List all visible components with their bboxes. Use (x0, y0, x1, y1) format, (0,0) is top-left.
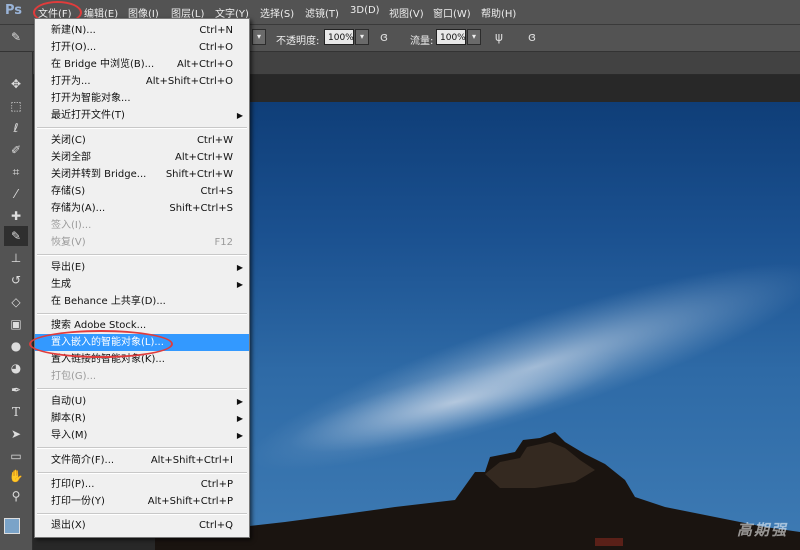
menu-item-file-info[interactable]: 文件简介(F)... Alt+Shift+Ctrl+I (35, 452, 249, 469)
menu-item-revert[interactable]: 恢复(V) F12 (35, 234, 249, 251)
menu-item-close-go-bridge[interactable]: 关闭并转到 Bridge... Shift+Ctrl+W (35, 166, 249, 183)
marquee-tool-icon[interactable]: ⬚ (4, 96, 28, 116)
menu-item-close-all[interactable]: 关闭全部 Alt+Ctrl+W (35, 149, 249, 166)
menu-separator (37, 127, 247, 129)
highlight-ring-place-embedded (29, 330, 173, 358)
submenu-arrow-icon: ▶ (236, 280, 243, 289)
menu-item-open-as[interactable]: 打开为... Alt+Shift+Ctrl+O (35, 73, 249, 90)
flow-input[interactable]: 100% (436, 29, 466, 45)
move-tool-icon[interactable]: ✥ (4, 74, 28, 94)
image-canvas[interactable]: 高期强 (155, 102, 800, 550)
dodge-tool-icon[interactable]: ◕ (4, 358, 28, 378)
menu-item-new[interactable]: 新建(N)... Ctrl+N (35, 22, 249, 39)
menu-window[interactable]: 窗口(W) (433, 5, 471, 20)
menu-item-print-one-copy[interactable]: 打印一份(Y) Alt+Shift+Ctrl+P (35, 493, 249, 510)
brush-preset-icon[interactable]: ✎ (4, 27, 28, 47)
path-selection-tool-icon[interactable]: ➤ (4, 424, 28, 444)
toolbox: ✥ ⬚ ℓ ✐ ⌗ ⁄ ✚ ✎ ⊥ ↺ ◇ ▣ ● ◕ ✒ T ➤ ▭ ✋ ⚲ (0, 52, 33, 550)
opacity-input[interactable]: 100% (324, 29, 354, 45)
menu-item-share-behance[interactable]: 在 Behance 上共享(D)... (35, 293, 249, 310)
submenu-arrow-icon: ▶ (236, 414, 243, 423)
blur-tool-icon[interactable]: ● (4, 336, 28, 356)
menu-item-scripts[interactable]: 脚本(R) ▶ (35, 410, 249, 427)
menu-separator (37, 513, 247, 515)
menu-item-save[interactable]: 存储(S) Ctrl+S (35, 183, 249, 200)
brush-tool-icon[interactable]: ✎ (4, 226, 28, 246)
menu-item-open[interactable]: 打开(O)... Ctrl+O (35, 39, 249, 56)
menu-separator (37, 472, 247, 474)
zoom-tool-icon[interactable]: ⚲ (4, 486, 28, 506)
flow-label: 流量: (410, 36, 434, 47)
healing-brush-tool-icon[interactable]: ✚ (4, 206, 28, 226)
type-tool-icon[interactable]: T (4, 402, 28, 422)
crop-tool-icon[interactable]: ⌗ (4, 162, 28, 182)
history-brush-tool-icon[interactable]: ↺ (4, 270, 28, 290)
menu-help[interactable]: 帮助(H) (481, 5, 516, 20)
menu-separator (37, 254, 247, 256)
menu-item-exit[interactable]: 退出(X) Ctrl+Q (35, 517, 249, 534)
submenu-arrow-icon: ▶ (236, 397, 243, 406)
menu-item-save-as[interactable]: 存储为(A)... Shift+Ctrl+S (35, 200, 249, 217)
menu-separator (37, 447, 247, 449)
menu-item-import[interactable]: 导入(M) ▶ (35, 427, 249, 444)
hand-tool-icon[interactable]: ✋ (4, 466, 28, 486)
menu-item-browse-bridge[interactable]: 在 Bridge 中浏览(B)... Alt+Ctrl+O (35, 56, 249, 73)
airbrush-icon[interactable]: ψ (487, 27, 511, 47)
menu-item-export[interactable]: 导出(E) ▶ (35, 259, 249, 276)
menu-select[interactable]: 选择(S) (260, 5, 294, 20)
shape-tool-icon[interactable]: ▭ (4, 446, 28, 466)
menu-item-recent-files[interactable]: 最近打开文件(T) ▶ (35, 107, 249, 124)
menu-separator (37, 313, 247, 315)
lasso-tool-icon[interactable]: ℓ (4, 118, 28, 138)
eraser-tool-icon[interactable]: ◇ (4, 292, 28, 312)
menu-view[interactable]: 视图(V) (389, 5, 424, 20)
landscape-photo (155, 263, 800, 550)
menu-item-automate[interactable]: 自动(U) ▶ (35, 393, 249, 410)
submenu-arrow-icon: ▶ (236, 431, 243, 440)
menu-item-open-as-smart-object[interactable]: 打开为智能对象... (35, 90, 249, 107)
foreground-color-swatch[interactable] (4, 518, 20, 534)
photoshop-logo: Ps (5, 3, 23, 18)
quick-selection-tool-icon[interactable]: ✐ (4, 140, 28, 160)
menu-item-check-in[interactable]: 签入(I)... (35, 217, 249, 234)
menu-filter[interactable]: 滤镜(T) (305, 5, 339, 20)
pen-tool-icon[interactable]: ✒ (4, 380, 28, 400)
file-menu-dropdown: 新建(N)... Ctrl+N 打开(O)... Ctrl+O 在 Bridge 中… (29, 18, 250, 538)
watermark-text: 高期强 (736, 521, 788, 539)
submenu-arrow-icon: ▶ (236, 111, 243, 120)
menu-item-package[interactable]: 打包(G)... (35, 368, 249, 385)
menu-3d[interactable]: 3D(D) (350, 5, 380, 16)
clone-stamp-tool-icon[interactable]: ⊥ (4, 248, 28, 268)
menu-item-generate[interactable]: 生成 ▶ (35, 276, 249, 293)
opacity-pressure-icon[interactable]: ɞ (372, 27, 396, 47)
gradient-tool-icon[interactable]: ▣ (4, 314, 28, 334)
menu-separator (37, 388, 247, 390)
eyedropper-tool-icon[interactable]: ⁄ (4, 184, 28, 204)
opacity-dropdown-arrow[interactable]: ▾ (355, 29, 369, 45)
size-pressure-icon[interactable]: ɞ (520, 27, 544, 47)
menu-item-print[interactable]: 打印(P)... Ctrl+P (35, 476, 249, 493)
opacity-label: 不透明度: (276, 36, 320, 47)
flow-dropdown-arrow[interactable]: ▾ (467, 29, 481, 45)
blend-mode-dropdown-arrow[interactable]: ▾ (252, 29, 266, 45)
submenu-arrow-icon: ▶ (236, 263, 243, 272)
menu-item-close[interactable]: 关闭(C) Ctrl+W (35, 132, 249, 149)
